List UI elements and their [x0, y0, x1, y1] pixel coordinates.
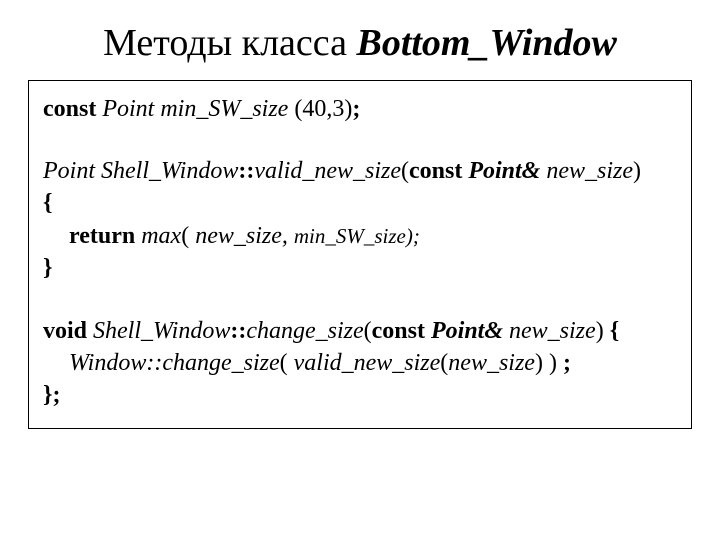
- rparen-semi: );: [406, 224, 420, 248]
- code-line: {: [43, 187, 677, 219]
- brace: {: [43, 190, 52, 216]
- class: Shell_Window: [101, 158, 238, 184]
- brace: {: [610, 318, 619, 344]
- brace-semi: };: [43, 382, 60, 408]
- code-line: const Point min_SW_size (40,3);: [43, 93, 677, 125]
- rparen: ): [633, 158, 641, 184]
- class: Shell_Window: [93, 318, 230, 344]
- code-box: const Point min_SW_size (40,3); Point Sh…: [28, 80, 692, 429]
- rparen: ): [549, 350, 557, 376]
- fn: max: [141, 223, 181, 249]
- type: Point: [43, 158, 95, 184]
- scope: ::: [230, 318, 246, 344]
- kw-const: const: [372, 318, 425, 344]
- code-line: };: [43, 379, 677, 411]
- code-line: }: [43, 252, 677, 284]
- param-type: Point&: [468, 158, 540, 184]
- kw-return: return: [69, 223, 135, 249]
- fn: change_size: [246, 318, 363, 344]
- lparen: (: [364, 318, 372, 344]
- ident: min_SW_size: [160, 96, 288, 122]
- title-text: Методы класса: [103, 22, 356, 64]
- lparen: (: [280, 350, 288, 376]
- brace: }: [43, 255, 52, 281]
- scope: ::: [238, 158, 254, 184]
- param-name: new_size: [509, 318, 596, 344]
- blank-line: [43, 125, 677, 155]
- blank-line: [43, 285, 677, 315]
- arg: min_SW_size: [294, 224, 406, 248]
- args: (40,3): [288, 96, 352, 122]
- param-name: new_size: [546, 158, 633, 184]
- title-class: Bottom_Window: [356, 22, 616, 64]
- param-type: Point&: [431, 318, 503, 344]
- rparen: ): [596, 318, 604, 344]
- fn: valid_new_size: [294, 350, 441, 376]
- slide-title: Методы класса Bottom_Window: [28, 22, 692, 66]
- fn: valid_new_size: [254, 158, 401, 184]
- code-line: Window::change_size( valid_new_size(new_…: [43, 347, 677, 379]
- arg: new_size: [195, 223, 282, 249]
- semi: ;: [352, 96, 360, 122]
- lparen: (: [401, 158, 409, 184]
- lparen: (: [181, 223, 189, 249]
- kw-const: const: [409, 158, 462, 184]
- code-line: Point Shell_Window::valid_new_size(const…: [43, 155, 677, 187]
- code-line: return max( new_size, min_SW_size);: [43, 220, 677, 252]
- kw-const: const: [43, 96, 96, 122]
- rparen: ): [535, 350, 543, 376]
- type: Point: [102, 96, 154, 122]
- semi: ;: [563, 350, 571, 376]
- arg: new_size: [448, 350, 535, 376]
- kw-void: void: [43, 318, 87, 344]
- call: Window::change_size: [69, 350, 280, 376]
- code-line: void Shell_Window::change_size(const Poi…: [43, 315, 677, 347]
